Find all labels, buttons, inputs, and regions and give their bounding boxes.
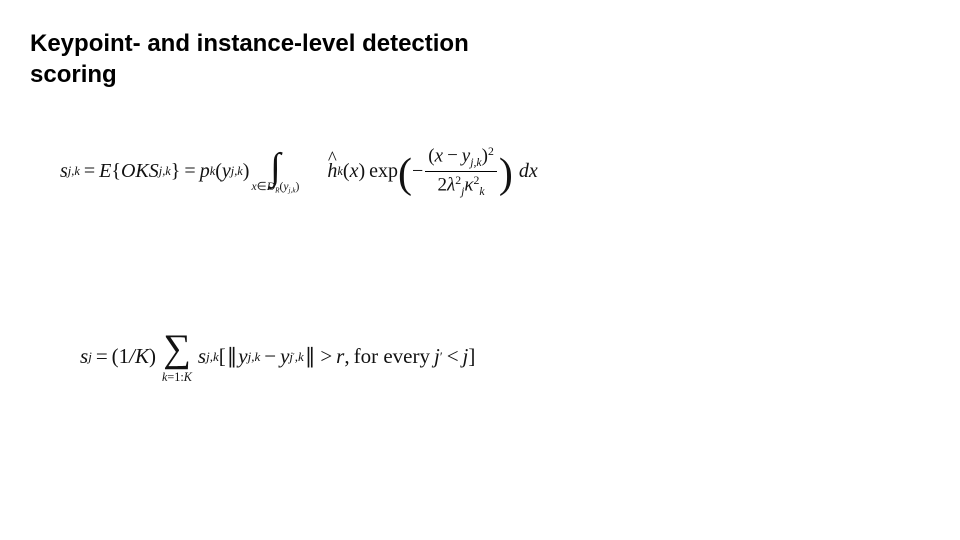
oneK-K: K [135,344,149,369]
y1-sub: j,k [248,349,261,364]
dx-x: x [529,160,538,183]
var-s: s [60,160,68,183]
p-arg-sub: j,k [231,164,243,178]
h-arg: x [350,160,359,183]
num-minus: − [447,145,458,166]
dx-d: d [519,160,529,183]
minus-2: − [264,344,276,369]
y2-sub-k: ,k [295,349,304,364]
lt-sign: < [447,344,459,369]
equation-instance-score: s j = (1/K) ∑ k=1:K s j,k [ ∥ y j,k − y … [80,330,475,383]
int-lower-D: D [267,180,275,193]
den-kappa-sub: k [479,185,484,198]
equals-2: = [184,160,195,183]
equals-3: = [96,344,108,369]
oneK-l: ( [112,344,119,369]
gaussian-fraction: (x−yj,k)2 2λ2jκ2k [425,145,497,199]
var-p: p [200,160,210,183]
sub-jk: j,k [68,164,80,178]
sum-symbol: ∑ k=1:K [162,330,192,383]
gt-sign: > [320,344,332,369]
num-squared: 2 [488,145,494,158]
den-lambda: λ [447,175,455,196]
lbracket: [ [219,344,226,369]
h-hat: h [327,160,337,183]
oks: OKS [121,160,159,183]
y1: y [238,344,247,369]
var-r: r [336,344,344,369]
den-kappa: κ [464,175,473,196]
num-y: y [462,145,470,166]
for-every-text: for every [354,344,430,369]
brace-close: } [171,160,181,183]
int-lower-y-sub: j,k [289,187,296,195]
sum-K: K [184,370,192,384]
sj-sub: j [88,349,92,364]
exp-fn: exp [369,160,398,183]
den-2: 2 [438,175,448,196]
slide-title: Keypoint- and instance-level detection s… [30,28,490,90]
jprime-prime: ′ [440,349,443,364]
sum-s: s [198,344,206,369]
slide: Keypoint- and instance-level detection s… [0,0,960,540]
comma: , [344,344,349,369]
oneK-r: ) [149,344,156,369]
equation-keypoint-score: s j,k = E { OKS j,k } = p k ( y j,k ) ∫ … [60,145,538,199]
oks-sub: j,k [159,164,171,178]
sum-s-sub: j,k [206,349,219,364]
var-sj: s [80,344,88,369]
expectation-E: E [99,160,111,183]
brace-open: { [111,160,121,183]
int-lower-in: ∈ [257,180,267,193]
num-x: x [435,145,443,166]
neg-sign: − [412,160,423,183]
y2: y [280,344,289,369]
integral-symbol: ∫ x∈DR(yj,k) [251,150,299,194]
oneK-1: 1 [119,344,130,369]
norm-open: ∥ [227,344,238,369]
norm-close: ∥ [305,344,316,369]
p-arg-y: y [222,160,231,183]
num-y-sub: j,k [470,156,481,169]
rbracket: ] [468,344,475,369]
equals-1: = [84,160,95,183]
